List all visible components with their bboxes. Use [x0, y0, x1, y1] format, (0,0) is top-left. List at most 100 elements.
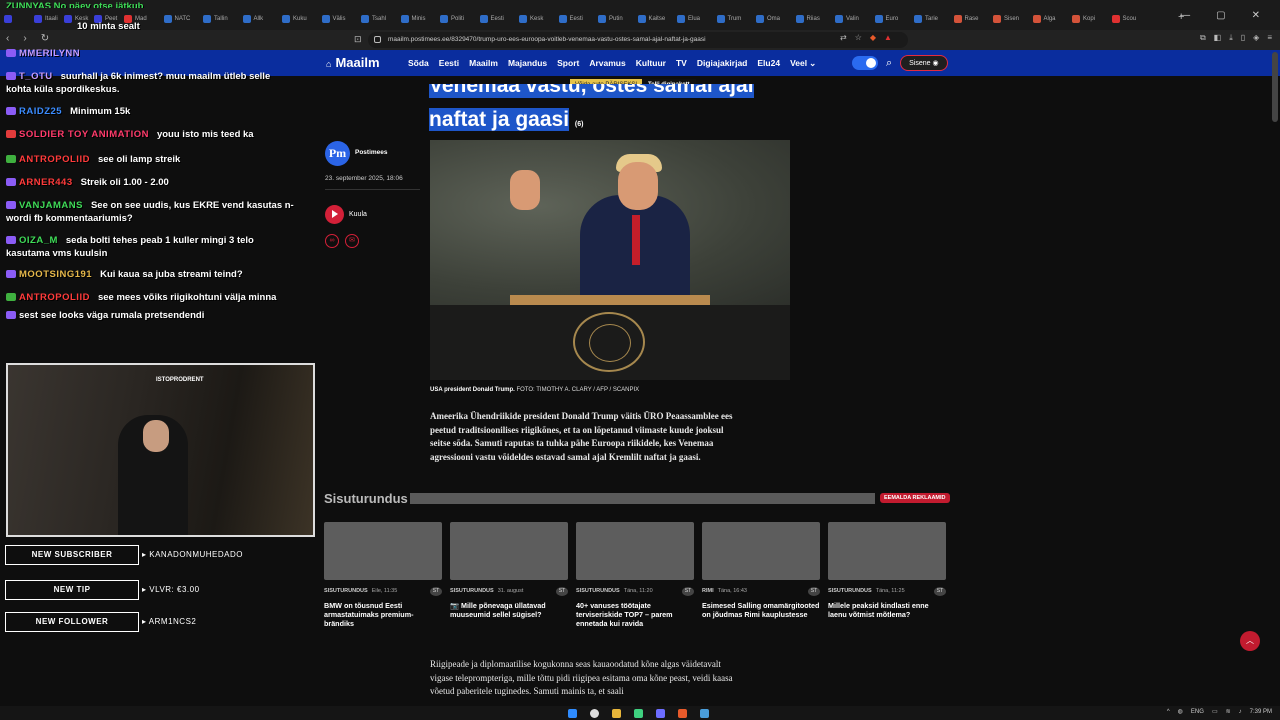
obs-icon[interactable]	[634, 709, 643, 718]
badge-icon	[6, 155, 16, 164]
sponsored-card[interactable]: SISUTURUNDUS Täna, 11:25 ST Millele peaksid…	[828, 522, 946, 642]
network-icon[interactable]: ◍	[1178, 708, 1183, 715]
browser-tab[interactable]: Riias	[792, 10, 832, 28]
steam-icon[interactable]	[700, 709, 709, 718]
close-icon[interactable]: ✕	[1252, 10, 1260, 21]
discord-icon[interactable]	[656, 709, 665, 718]
browser-tab[interactable]: Oma	[752, 10, 792, 28]
search-icon[interactable]: ⌕	[886, 57, 892, 70]
menu-item[interactable]: Digiajakirjad	[697, 58, 748, 69]
photo-caption: USA president Donald Trump. FOTO: TIMOTH…	[430, 387, 640, 393]
browser-tab[interactable]: Sisen	[989, 10, 1029, 28]
menu-item[interactable]: Sport	[557, 58, 579, 69]
browser-tab[interactable]: Euro	[871, 10, 911, 28]
card-thumbnail[interactable]	[576, 522, 694, 580]
menu-item[interactable]: Veel	[790, 58, 807, 69]
monitor-icon[interactable]: ▭	[1212, 708, 1218, 715]
site-logo[interactable]: ⌂ Maailm	[326, 55, 380, 70]
scroll-to-top-button[interactable]: ︿	[1240, 631, 1260, 651]
webcam-feed: ISTOPRODRENT	[6, 363, 315, 537]
sponsored-card[interactable]: RIMI Täna, 16:43 ST Esimesed Salling omamär…	[702, 522, 820, 642]
wifi-icon[interactable]: ≋	[1226, 708, 1231, 715]
comment-count[interactable]: (6)	[575, 121, 584, 128]
browser-tab[interactable]: Valin	[831, 10, 871, 28]
reload-icon[interactable]: ↻	[41, 33, 49, 44]
brave-icon[interactable]	[678, 709, 687, 718]
menu-item[interactable]: Arvamus	[589, 58, 625, 69]
volume-icon[interactable]: ♪	[1239, 709, 1242, 715]
card-title[interactable]: BMW on tõusnud Eesti armastatuimaks prem…	[324, 601, 442, 628]
download-icon[interactable]: ⤓	[1229, 33, 1233, 43]
chevron-up-icon[interactable]: ^	[1167, 709, 1170, 715]
browser-tab[interactable]: Politi	[436, 10, 476, 28]
card-title[interactable]: 40+ vanuses töötajate terviseriskide TOP…	[576, 601, 694, 628]
language-indicator[interactable]: ENG	[1191, 709, 1204, 715]
favicon-icon	[1032, 15, 1041, 23]
browser-tab[interactable]: Tsahl	[357, 10, 397, 28]
menu-item[interactable]: Eesti	[439, 58, 459, 69]
sponsored-card[interactable]: SISUTURUNDUS Täna, 11:20 ST 40+ vanuses töö…	[576, 522, 694, 642]
listen-button[interactable]: Kuula	[325, 205, 367, 224]
windows-start-icon[interactable]	[568, 709, 577, 718]
brave-shield-icon[interactable]: ◆	[870, 33, 876, 42]
browser-tab[interactable]: Putin	[594, 10, 634, 28]
sponsored-card[interactable]: SISUTURUNDUS Eile, 11:35 ST BMW on tõusnud …	[324, 522, 442, 642]
bookmark-icon[interactable]: ⊡	[354, 34, 362, 45]
browser-tab[interactable]: Kaitse	[634, 10, 674, 28]
clock[interactable]: 7:39 PM	[1250, 709, 1272, 715]
login-button[interactable]: Sisene ◉	[900, 55, 948, 71]
menu-item[interactable]: Kultuur	[636, 58, 666, 69]
menu-icon[interactable]: ≡	[1267, 33, 1272, 43]
card-thumbnail[interactable]	[828, 522, 946, 580]
forward-icon[interactable]: ›	[23, 33, 26, 44]
menu-item[interactable]: Majandus	[508, 58, 547, 69]
wallet-icon[interactable]: ◈	[1253, 33, 1259, 43]
card-title[interactable]: Millele peaksid kindlasti enne laenu võt…	[828, 601, 946, 619]
stream-alert-label: NEW TIP	[5, 580, 139, 600]
browser-tab[interactable]: Eesti	[476, 10, 516, 28]
browser-tab[interactable]: Kopi	[1068, 10, 1108, 28]
browser-tab[interactable]: Välis	[318, 10, 358, 28]
link-icon[interactable]: ∞	[325, 234, 339, 248]
sponsored-card[interactable]: SISUTURUNDUS 31. august ST 📷 Mille põnevaga…	[450, 522, 568, 642]
browser-tab[interactable]: Scou	[1108, 10, 1148, 28]
card-thumbnail[interactable]	[450, 522, 568, 580]
browser-tab[interactable]: Itaali	[30, 10, 60, 28]
extension-icon[interactable]: ◧	[1214, 33, 1222, 43]
browser-tab[interactable]	[0, 10, 30, 28]
browser-tab[interactable]: Trum	[713, 10, 753, 28]
file-explorer-icon[interactable]	[612, 709, 621, 718]
dark-mode-toggle[interactable]	[852, 56, 878, 70]
browser-tab[interactable]: Minis	[397, 10, 437, 28]
browser-tab[interactable]: Tarie	[910, 10, 950, 28]
minimize-icon[interactable]: —	[1180, 10, 1190, 21]
star-icon[interactable]: ☆	[855, 33, 862, 42]
search-icon[interactable]	[590, 709, 599, 718]
card-thumbnail[interactable]	[702, 522, 820, 580]
card-thumbnail[interactable]	[324, 522, 442, 580]
menu-item[interactable]: Sõda	[408, 58, 429, 69]
author-name[interactable]: Postimees	[355, 149, 388, 156]
extension-icon[interactable]: ⧉	[1200, 33, 1206, 43]
rewards-icon[interactable]: ▲	[884, 33, 892, 42]
remove-ads-button[interactable]: EEMALDA REKLAAMID	[880, 493, 950, 503]
card-title[interactable]: Esimesed Salling omamärgitooted on jõudm…	[702, 601, 820, 619]
maximize-icon[interactable]: ▢	[1216, 10, 1225, 21]
card-title[interactable]: 📷 Mille põnevaga üllatavad muuseumid sel…	[450, 601, 568, 619]
url-input[interactable]: maailm.postimees.ee/8329470/trump-uro-ee…	[368, 32, 908, 48]
sidebar-icon[interactable]: ▯	[1241, 33, 1245, 43]
browser-tab[interactable]: Kesk	[515, 10, 555, 28]
browser-tab[interactable]: Alga	[1029, 10, 1069, 28]
chevron-down-icon[interactable]: ⌄	[809, 58, 816, 69]
browser-tab[interactable]: Eesti	[555, 10, 595, 28]
scrollbar[interactable]	[1272, 52, 1278, 122]
browser-tab[interactable]: Rase	[950, 10, 990, 28]
back-icon[interactable]: ‹	[6, 33, 9, 44]
menu-item[interactable]: Elu24	[757, 58, 780, 69]
menu-item[interactable]: TV	[676, 58, 687, 69]
menu-item[interactable]: Maailm	[469, 58, 498, 69]
email-icon[interactable]: ✉	[345, 234, 359, 248]
browser-tab[interactable]: Elua	[673, 10, 713, 28]
nav-buttons: ‹ › ↻	[6, 33, 49, 44]
translate-icon[interactable]: ⇄	[840, 33, 847, 42]
